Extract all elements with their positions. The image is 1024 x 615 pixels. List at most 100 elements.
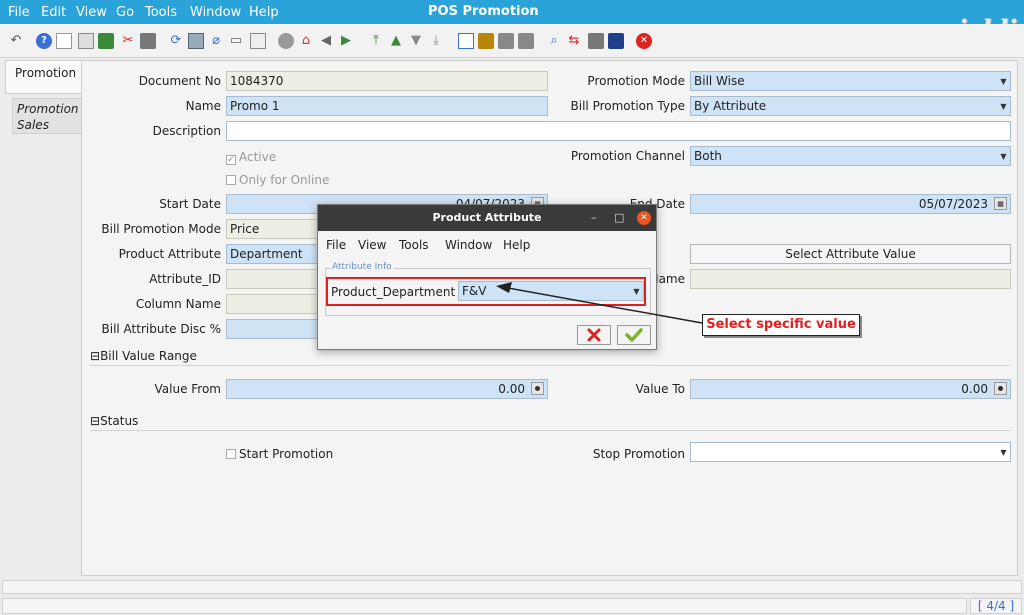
value-from-field[interactable]: 0.00	[226, 379, 548, 399]
value-from-value: 0.00	[498, 382, 525, 396]
menu-window[interactable]: Window	[190, 5, 241, 20]
value-to-value: 0.00	[961, 382, 988, 396]
archive-icon[interactable]	[478, 33, 494, 49]
column-name-label: Column Name	[135, 297, 221, 311]
product-info-icon[interactable]	[608, 33, 624, 49]
delete-icon[interactable]: ✂	[120, 33, 136, 49]
close-window-icon[interactable]: ✕	[636, 33, 652, 49]
value-to-label: Value To	[635, 382, 685, 396]
print-preview-icon[interactable]	[498, 33, 514, 49]
online-checkbox[interactable]: Only for Online	[226, 173, 329, 187]
start-date-label: Start Date	[159, 197, 221, 211]
active-checkbox[interactable]: ✓ Active	[226, 150, 276, 165]
close-icon[interactable]: ✕	[637, 211, 651, 225]
menu-help[interactable]: Help	[249, 5, 279, 20]
last-record-icon[interactable]: ⤓	[428, 33, 444, 49]
zoom-icon[interactable]: ⌕	[546, 33, 562, 49]
chevron-down-icon[interactable]: ▼	[997, 443, 1010, 461]
toolbar: ↶ ? ✂ ⟳ ⌀ ▭ ⌂ ◀ ▶ ⤒ ▲ ▼ ⤓ ⌕ ⇆ ✕	[0, 24, 1024, 58]
status-section[interactable]: ⊟Status	[90, 414, 138, 428]
print-icon[interactable]	[518, 33, 534, 49]
chevron-down-icon[interactable]: ▼	[997, 72, 1010, 90]
next-record-icon[interactable]: ▼	[408, 33, 424, 49]
active-label: Active	[239, 150, 277, 164]
calculator-icon[interactable]	[531, 382, 544, 395]
maximize-icon[interactable]: □	[614, 205, 624, 231]
stop-promotion-select[interactable]: ▼	[690, 442, 1011, 462]
find-icon[interactable]	[188, 33, 204, 49]
promotion-channel-label: Promotion Channel	[570, 149, 685, 163]
calendar-icon[interactable]	[250, 33, 266, 49]
promotion-channel-value: Both	[694, 149, 722, 163]
description-field[interactable]	[226, 121, 1011, 141]
refresh-icon[interactable]: ⟳	[168, 33, 184, 49]
undo-icon[interactable]: ↶	[8, 33, 24, 49]
chevron-down-icon[interactable]: ▼	[997, 97, 1010, 115]
home-icon[interactable]: ⌂	[298, 33, 314, 49]
dialog-menu-help[interactable]: Help	[503, 238, 530, 252]
end-date-value: 05/07/2023	[918, 197, 988, 211]
lock-icon[interactable]	[278, 33, 294, 49]
menu-bar: File Edit View Go Tools Window Help POS …	[0, 0, 1024, 24]
first-record-icon[interactable]: ⤒	[368, 33, 384, 49]
calculator-icon[interactable]	[994, 382, 1007, 395]
dialog-menu-tools[interactable]: Tools	[399, 238, 429, 252]
end-date-field[interactable]: 05/07/2023 ▦	[690, 194, 1011, 214]
forward-icon[interactable]: ▶	[338, 33, 354, 49]
section-divider	[90, 430, 1010, 431]
minimize-icon[interactable]: –	[591, 205, 597, 231]
cancel-button[interactable]	[577, 325, 611, 345]
bill-value-range-title: Bill Value Range	[100, 349, 197, 363]
promotion-mode-select[interactable]: Bill Wise ▼	[690, 71, 1011, 91]
promotion-channel-select[interactable]: Both ▼	[690, 146, 1011, 166]
copy-icon[interactable]	[78, 33, 94, 49]
chevron-down-icon[interactable]: ▼	[997, 147, 1010, 165]
help-icon[interactable]: ?	[36, 33, 52, 49]
checkmark-icon: ✓	[226, 155, 236, 165]
chat-icon[interactable]: ▭	[228, 33, 244, 49]
detail-icon[interactable]	[458, 33, 474, 49]
attachment-icon[interactable]: ⌀	[208, 33, 224, 49]
previous-record-icon[interactable]: ▲	[388, 33, 404, 49]
workflow-icon[interactable]: ⇆	[566, 33, 582, 49]
status-line	[2, 580, 1022, 594]
name-field[interactable]: Promo 1	[226, 96, 548, 116]
description-label: Description	[152, 124, 221, 138]
menu-go[interactable]: Go	[116, 5, 134, 20]
bill-promotion-type-value: By Attribute	[694, 99, 767, 113]
tab-promotion-sales[interactable]: Promotion Sales	[12, 98, 82, 134]
bill-promotion-type-select[interactable]: By Attribute ▼	[690, 96, 1011, 116]
calendar-icon[interactable]: ▦	[994, 197, 1007, 210]
record-counter[interactable]: [ 4/4 ]	[970, 598, 1022, 614]
back-icon[interactable]: ◀	[318, 33, 334, 49]
tab-promotion[interactable]: Promotion	[5, 60, 82, 94]
document-no-field[interactable]: 1084370	[226, 71, 548, 91]
bill-value-range-section[interactable]: ⊟Bill Value Range	[90, 349, 197, 363]
process-icon[interactable]	[588, 33, 604, 49]
status-message	[2, 598, 967, 614]
document-no-label: Document No	[138, 74, 221, 88]
menu-tools[interactable]: Tools	[145, 5, 177, 20]
dialog-menu-window[interactable]: Window	[445, 238, 492, 252]
menu-view[interactable]: View	[76, 5, 107, 20]
status-title: Status	[100, 414, 139, 428]
menu-edit[interactable]: Edit	[41, 5, 66, 20]
window-title: POS Promotion	[428, 4, 539, 19]
promotion-mode-label: Promotion Mode	[587, 74, 685, 88]
report-icon[interactable]	[140, 33, 156, 49]
menu-file[interactable]: File	[8, 5, 30, 20]
start-promotion-label: Start Promotion	[239, 447, 334, 461]
value-to-field[interactable]: 0.00	[690, 379, 1011, 399]
name-label: Name	[185, 99, 221, 113]
new-record-icon[interactable]	[56, 33, 72, 49]
name2-field[interactable]	[690, 269, 1011, 289]
ok-button[interactable]	[617, 325, 651, 345]
save-icon[interactable]	[98, 33, 114, 49]
dialog-menu-file[interactable]: File	[326, 238, 346, 252]
empty-checkbox-icon	[226, 175, 236, 185]
select-attribute-value-button[interactable]: Select Attribute Value	[690, 244, 1011, 264]
attribute-id-label: Attribute_ID	[149, 272, 221, 286]
dialog-menu-view[interactable]: View	[358, 238, 386, 252]
start-promotion-checkbox[interactable]: Start Promotion	[226, 447, 333, 461]
highlight-box	[326, 277, 646, 306]
